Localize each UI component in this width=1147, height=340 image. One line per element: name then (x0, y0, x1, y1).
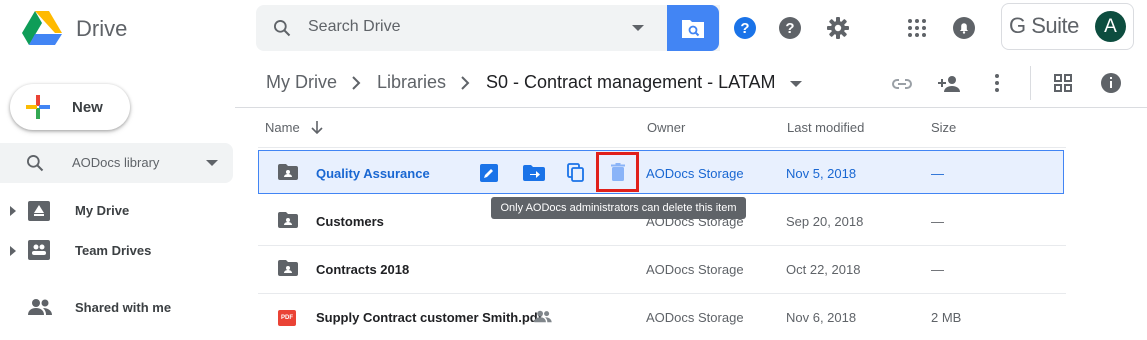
row-modified: Nov 5, 2018 (786, 166, 857, 181)
column-header-name[interactable]: Name (265, 120, 300, 135)
notifications-bell-icon[interactable] (952, 16, 976, 40)
row-owner: AODocs Storage (646, 166, 744, 181)
more-vert-icon[interactable] (994, 73, 1000, 93)
row-name[interactable]: Customers (316, 214, 384, 229)
row-size: — (931, 214, 944, 229)
drive-logo[interactable] (22, 10, 62, 46)
team-drives-icon (28, 240, 50, 260)
sidebar-item-my-drive[interactable]: My Drive (75, 203, 129, 218)
breadcrumb-libraries[interactable]: Libraries (377, 72, 446, 93)
search-button[interactable] (667, 5, 719, 51)
row-name[interactable]: Quality Assurance (316, 166, 430, 181)
column-header-size[interactable]: Size (931, 120, 956, 135)
toolbar-divider (1030, 66, 1031, 100)
svg-text:?: ? (740, 20, 749, 37)
row-modified: Oct 22, 2018 (786, 262, 861, 277)
expand-caret-icon[interactable] (10, 206, 16, 216)
search-icon[interactable] (272, 18, 292, 38)
sort-arrow-down-icon[interactable] (310, 120, 324, 134)
column-header-owner[interactable]: Owner (647, 120, 685, 135)
row-owner: AODocs Storage (646, 262, 744, 277)
row-modified: Nov 6, 2018 (786, 310, 857, 325)
add-person-icon[interactable] (937, 72, 963, 96)
plus-icon (26, 95, 50, 119)
help-icon[interactable]: ? (778, 16, 802, 40)
search-options-caret-icon[interactable] (632, 25, 644, 31)
shared-with-me-icon (28, 298, 52, 316)
link-icon[interactable] (890, 72, 914, 96)
shared-people-icon (534, 310, 552, 323)
aodocs-help-icon[interactable]: ? (733, 16, 757, 40)
header-divider (235, 107, 1147, 108)
chevron-right-icon (460, 76, 470, 90)
sidebar-item-shared-with-me[interactable]: Shared with me (75, 300, 171, 315)
move-to-folder-icon[interactable] (523, 165, 545, 181)
delete-restriction-tooltip: Only AODocs administrators can delete th… (491, 197, 746, 219)
breadcrumb-current-folder[interactable]: S0 - Contract management - LATAM (486, 72, 775, 93)
sidebar-item-team-drives[interactable]: Team Drives (75, 243, 151, 258)
library-selector-label: AODocs library (72, 155, 160, 170)
row-size: — (931, 166, 944, 181)
delete-highlight-box (596, 152, 639, 192)
row-name[interactable]: Contracts 2018 (316, 262, 409, 277)
row-divider (258, 245, 1066, 246)
avatar[interactable]: A (1095, 11, 1126, 42)
info-icon[interactable] (1100, 72, 1122, 94)
row-modified: Sep 20, 2018 (786, 214, 864, 229)
my-drive-icon (28, 201, 50, 221)
folder-shared-icon (278, 164, 298, 180)
gsuite-label: G Suite (1009, 13, 1079, 38)
edit-icon[interactable] (480, 164, 498, 182)
new-button-label: New (72, 99, 103, 116)
folder-search-icon (667, 17, 719, 39)
row-divider (258, 293, 1066, 294)
search-input[interactable] (300, 16, 636, 38)
row-size: 2 MB (931, 310, 962, 325)
app-title: Drive (76, 16, 128, 41)
row-size: — (931, 262, 944, 277)
chevron-down-icon[interactable] (206, 160, 218, 166)
chevron-down-icon[interactable] (790, 81, 802, 87)
row-divider (258, 147, 1066, 148)
expand-caret-icon[interactable] (10, 246, 16, 256)
gear-icon[interactable] (826, 16, 850, 40)
row-name[interactable]: Supply Contract customer Smith.pdf (316, 310, 542, 325)
column-header-last-modified[interactable]: Last modified (787, 120, 864, 135)
apps-grid-icon[interactable] (905, 16, 929, 40)
breadcrumb-my-drive[interactable]: My Drive (266, 72, 337, 93)
folder-shared-icon (278, 212, 298, 228)
svg-text:?: ? (785, 20, 794, 37)
grid-view-icon[interactable] (1054, 74, 1072, 92)
folder-shared-icon (278, 260, 298, 276)
copy-icon[interactable] (567, 163, 585, 183)
row-owner: AODocs Storage (646, 310, 744, 325)
pdf-file-icon: PDF (278, 310, 296, 326)
search-icon (25, 153, 45, 173)
chevron-right-icon (351, 76, 361, 90)
